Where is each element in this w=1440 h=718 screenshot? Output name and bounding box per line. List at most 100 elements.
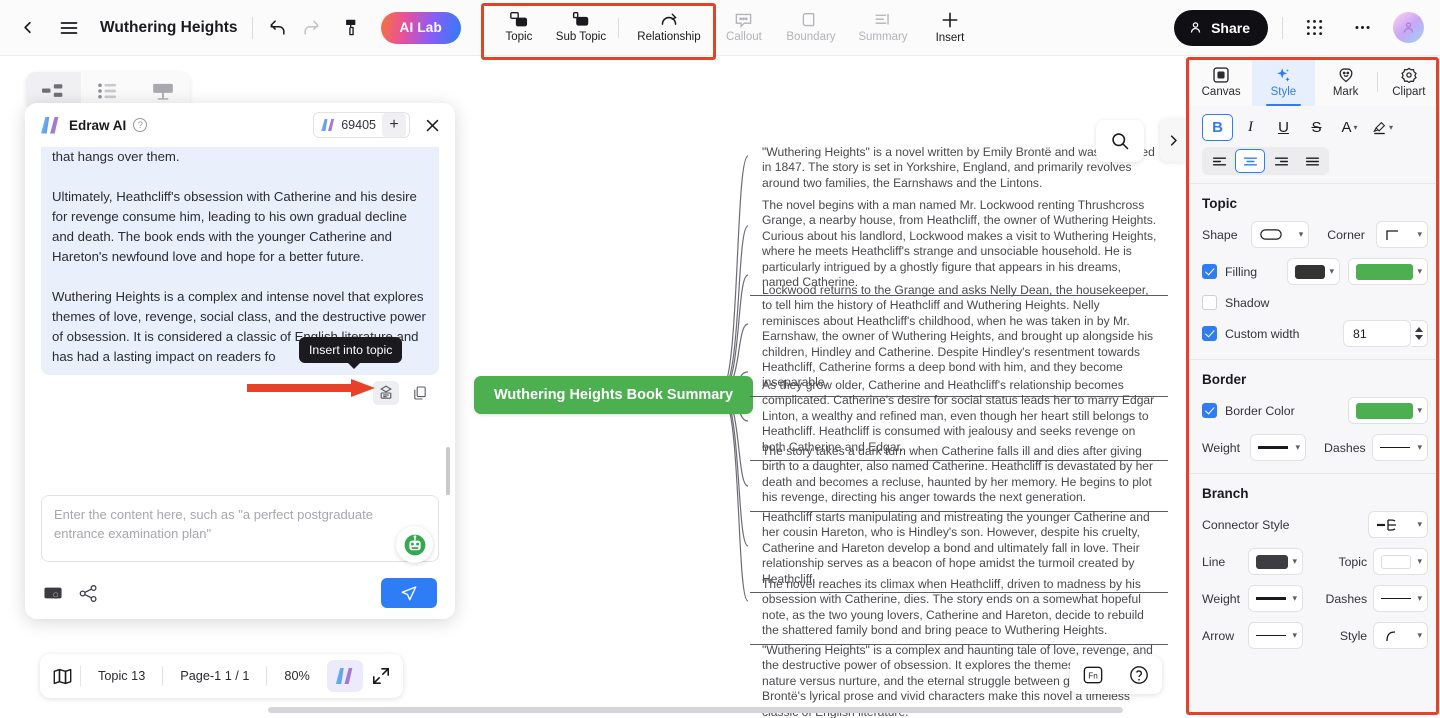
tool-callout[interactable]: Callout — [713, 2, 775, 54]
font-color-icon[interactable]: A ▾ — [1334, 114, 1365, 141]
corner-select[interactable]: ▾ — [1375, 221, 1428, 248]
zoom-level[interactable]: 80% — [267, 663, 326, 689]
page-info[interactable]: Page-1 1 / 1 — [163, 663, 266, 689]
redo-button[interactable] — [295, 11, 329, 45]
underline-icon[interactable]: U — [1268, 114, 1299, 141]
copy-icon[interactable] — [407, 381, 433, 405]
border-weight-select[interactable]: ▾ — [1249, 434, 1306, 461]
undo-button[interactable] — [261, 11, 295, 45]
branch-dashes-select[interactable]: ▾ — [1373, 585, 1428, 612]
border-color-select[interactable]: ▾ — [1348, 397, 1428, 424]
filling-checkbox[interactable] — [1202, 264, 1217, 279]
edraw-mini-logo-icon — [321, 119, 335, 131]
branch-topic-color-select[interactable]: ▾ — [1373, 548, 1428, 575]
section-title: Border — [1202, 372, 1247, 387]
tab-clipart[interactable]: Clipart — [1378, 58, 1440, 106]
tool-summary[interactable]: Summary — [847, 2, 919, 54]
close-icon[interactable] — [424, 117, 441, 134]
bold-icon[interactable]: B — [1202, 114, 1233, 141]
tab-style[interactable]: Style — [1252, 58, 1315, 106]
credits-value: 69405 — [341, 118, 376, 132]
canvas-search-button[interactable] — [1096, 120, 1144, 162]
tool-sub-topic[interactable]: Sub Topic — [550, 2, 612, 54]
italic-icon[interactable]: I — [1235, 114, 1266, 141]
border-color-checkbox[interactable] — [1202, 403, 1217, 418]
branch-line-row: Line ▾ Topic ▾ — [1202, 548, 1428, 575]
align-center[interactable] — [1235, 149, 1265, 173]
weight-preview — [1257, 446, 1288, 449]
custom-width-row: Custom width 81 — [1202, 320, 1428, 347]
align-right[interactable] — [1266, 149, 1296, 173]
text-color-select[interactable]: ▾ — [1286, 258, 1340, 285]
custom-width-checkbox[interactable] — [1202, 326, 1217, 341]
root-topic-node[interactable]: Wuthering Heights Book Summary — [474, 376, 754, 414]
shadow-checkbox[interactable] — [1202, 295, 1217, 310]
tool-label: Summary — [858, 31, 908, 44]
back-button[interactable] — [10, 11, 44, 45]
ai-panel-header: Edraw AI ? 69405 + — [25, 103, 455, 147]
branch-line-color-select[interactable]: ▾ — [1248, 548, 1303, 575]
branch-weight-label: Weight — [1202, 591, 1241, 606]
tab-label: Canvas — [1201, 86, 1241, 98]
arrow-label: Arrow — [1202, 628, 1235, 643]
user-avatar[interactable] — [1393, 12, 1424, 43]
hamburger-menu-button[interactable] — [52, 11, 86, 45]
help-circle-icon[interactable] — [1121, 659, 1157, 691]
ai-panel-footer — [25, 567, 455, 619]
fn-key-icon[interactable]: Fn — [1075, 659, 1111, 691]
apps-grid-button[interactable] — [1297, 11, 1331, 45]
tab-canvas[interactable]: Canvas — [1190, 58, 1252, 106]
fill-color-select[interactable]: ▾ — [1348, 258, 1428, 285]
ai-robot-icon[interactable] — [396, 526, 433, 563]
shadow-row: Shadow — [1202, 295, 1428, 310]
text-align-group — [1202, 147, 1329, 175]
credits-badge[interactable]: 69405 + — [313, 112, 410, 138]
share-button[interactable]: Share — [1174, 9, 1268, 46]
flowchart-icon[interactable] — [79, 584, 99, 603]
send-button[interactable] — [381, 578, 437, 608]
branch-weight-select[interactable]: ▾ — [1248, 585, 1303, 612]
more-options-button[interactable] — [1345, 11, 1379, 45]
branch-arrow-select[interactable]: ▾ — [1248, 622, 1303, 649]
tool-relationship[interactable]: Relationship — [625, 2, 713, 54]
top-toolbar: Wuthering Heights AI Lab Topic Sub Topic — [0, 0, 1440, 56]
help-circle-icon[interactable]: ? — [133, 118, 148, 132]
format-painter-button[interactable] — [335, 11, 369, 45]
ai-prompt-input[interactable] — [41, 495, 439, 562]
tool-topic[interactable]: Topic — [488, 2, 550, 54]
custom-width-input[interactable]: 81 — [1343, 320, 1411, 347]
branch-style-select[interactable]: ▾ — [1373, 622, 1428, 649]
connector-style-select[interactable]: ▾ — [1368, 511, 1428, 538]
edraw-logo-icon — [41, 116, 59, 134]
ai-message-area[interactable]: acles they face, the young couple attemp… — [25, 147, 455, 495]
image-upload-icon[interactable] — [43, 584, 63, 602]
page-title[interactable]: Wuthering Heights — [100, 19, 238, 37]
tool-insert[interactable]: Insert — [919, 2, 981, 54]
align-left[interactable] — [1204, 149, 1234, 173]
red-arrow-annotation — [247, 379, 375, 397]
custom-width-stepper[interactable] — [1411, 320, 1428, 347]
ai-lab-button[interactable]: AI Lab — [380, 11, 461, 44]
ai-message-scrollbar[interactable] — [446, 447, 450, 495]
horizontal-scrollbar[interactable] — [268, 707, 1123, 713]
topic-count[interactable]: Topic 13 — [81, 663, 162, 689]
highlighter-icon[interactable]: ▾ — [1367, 114, 1398, 141]
outline-map-icon[interactable] — [44, 660, 80, 692]
share-label: Share — [1211, 19, 1250, 36]
fullscreen-icon[interactable] — [363, 660, 399, 692]
tool-label: Boundary — [786, 31, 836, 44]
topic-node[interactable]: The story takes a dark turn when Catheri… — [750, 440, 1168, 512]
shadow-label: Shadow — [1225, 295, 1270, 310]
divider — [1282, 16, 1283, 39]
add-credits-button[interactable]: + — [382, 113, 406, 137]
align-justify[interactable] — [1297, 149, 1327, 173]
collapse-panel-button[interactable] — [1160, 118, 1186, 162]
border-dashes-select[interactable]: ▾ — [1371, 434, 1428, 461]
shape-select[interactable]: ▾ — [1250, 221, 1310, 248]
tool-boundary[interactable]: Boundary — [775, 2, 847, 54]
ai-panel-title: Edraw AI — [69, 117, 127, 133]
tab-mark[interactable]: Mark — [1315, 58, 1377, 106]
topic-node[interactable]: The novel reaches its climax when Heathc… — [750, 573, 1168, 645]
edraw-ai-icon[interactable] — [326, 660, 363, 692]
strikethrough-icon[interactable]: S — [1301, 114, 1332, 141]
